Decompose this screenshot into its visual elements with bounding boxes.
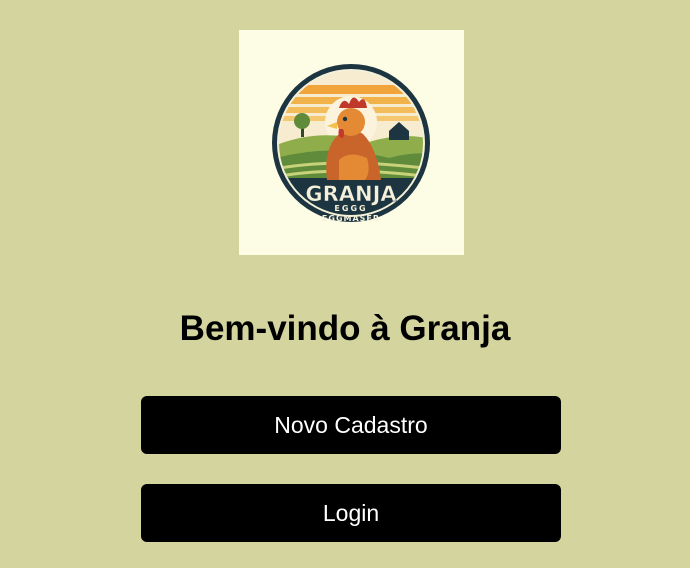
page-title: Bem-vindo à Granja xyxy=(179,309,511,348)
login-button[interactable]: Login xyxy=(141,484,561,542)
chicken-logo-icon: GRANJA EGGG EGGMASER xyxy=(272,64,430,223)
logo-brand-text: GRANJA xyxy=(305,182,397,206)
new-registration-button[interactable]: Novo Cadastro xyxy=(141,396,561,454)
logo-sub-text-2: EGGMASER xyxy=(322,214,380,223)
logo-sub-text-1: EGGG xyxy=(334,204,367,213)
granja-logo: GRANJA EGGG EGGMASER xyxy=(239,30,464,255)
